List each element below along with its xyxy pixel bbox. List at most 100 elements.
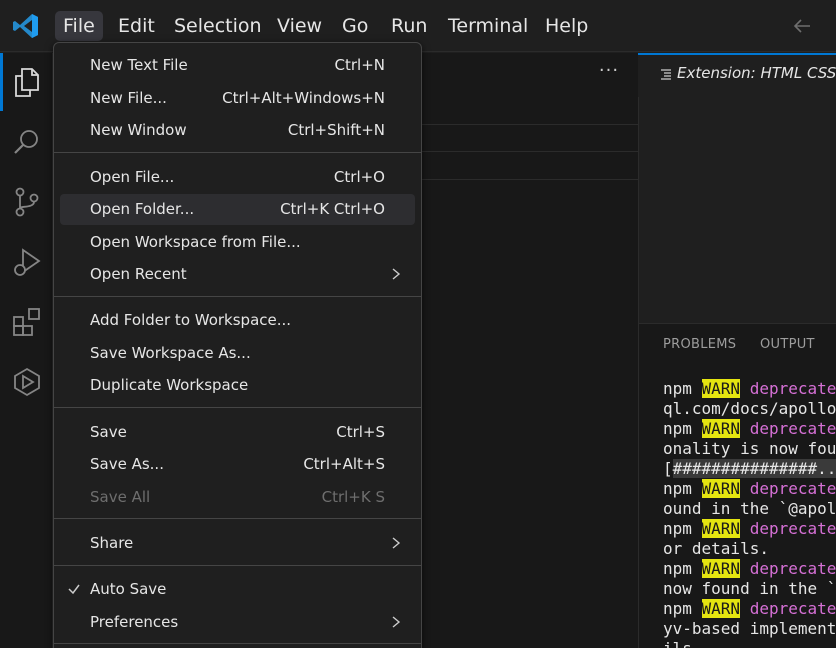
terminal-deprecated-text: deprecated bbox=[740, 519, 836, 538]
terminal-warn-badge: WARN bbox=[701, 599, 741, 618]
terminal-deprecated-text: deprecated bbox=[740, 419, 836, 438]
menu-item-open-folder[interactable]: Open Folder... Ctrl+K Ctrl+O bbox=[60, 194, 415, 225]
menu-item-label: New Text File bbox=[90, 56, 188, 74]
terminal-deprecated-text: deprecated bbox=[740, 599, 836, 618]
menu-item-label: Open File... bbox=[90, 168, 175, 186]
sidebar-divider bbox=[420, 124, 638, 125]
menu-item-duplicate-workspace[interactable]: Duplicate Workspace bbox=[60, 370, 415, 401]
menu-item-open-file[interactable]: Open File... Ctrl+O bbox=[60, 162, 415, 193]
menu-item-label: Add Folder to Workspace... bbox=[90, 311, 292, 329]
menu-item-new-window[interactable]: New Window Ctrl+Shift+N bbox=[60, 115, 415, 146]
terminal-npm-text: npm bbox=[663, 419, 702, 438]
menu-item-label: Save Workspace As... bbox=[90, 344, 251, 362]
chevron-right-icon bbox=[392, 268, 401, 280]
terminal-deprecated-text: deprecated bbox=[740, 379, 836, 398]
terminal-line: yv-based implementat bbox=[663, 619, 836, 638]
menu-item-share[interactable]: Share bbox=[60, 528, 415, 559]
menu-item-shortcut: Ctrl+K S bbox=[321, 488, 385, 506]
menu-item-shortcut: Ctrl+Shift+N bbox=[287, 121, 385, 139]
activity-bar bbox=[0, 53, 53, 648]
menu-edit[interactable]: Edit bbox=[110, 11, 163, 41]
terminal-npm-text: npm bbox=[663, 599, 702, 618]
menu-item-new-file[interactable]: New File... Ctrl+Alt+Windows+N bbox=[60, 83, 415, 114]
menu-item-label: Share bbox=[90, 534, 134, 552]
menu-item-label: Save As... bbox=[90, 455, 164, 473]
menu-file[interactable]: File bbox=[55, 11, 103, 41]
checkmark-icon bbox=[68, 584, 80, 595]
terminal-npm-text: npm bbox=[663, 479, 702, 498]
menu-item-label: Auto Save bbox=[90, 580, 167, 598]
menu-selection[interactable]: Selection bbox=[166, 11, 270, 41]
terminal-line: ql.com/docs/apollo- bbox=[663, 399, 836, 418]
terminal-output: npm WARN deprecated ql.com/docs/apollo-np… bbox=[663, 379, 836, 648]
terminal-line: ils. bbox=[663, 639, 836, 648]
menu-view[interactable]: View bbox=[269, 11, 330, 41]
menu-item-shortcut: Ctrl+O bbox=[333, 168, 385, 186]
menu-item-shortcut: Ctrl+S bbox=[336, 423, 385, 441]
terminal-line: onality is now found bbox=[663, 439, 836, 458]
menu-item-label: New File... bbox=[90, 89, 167, 107]
terminal-line: or details. bbox=[663, 539, 769, 558]
menu-go[interactable]: Go bbox=[334, 11, 376, 41]
terminal-warn-badge: WARN bbox=[701, 519, 741, 538]
menu-item-label: Preferences bbox=[90, 613, 179, 631]
menu-item-new-text-file[interactable]: New Text File Ctrl+N bbox=[60, 50, 415, 81]
menu-terminal[interactable]: Terminal bbox=[440, 11, 536, 41]
terminal-npm-text: npm bbox=[663, 559, 702, 578]
files-icon bbox=[14, 68, 39, 97]
remote-explorer-icon bbox=[13, 367, 40, 397]
source-control-button[interactable] bbox=[0, 173, 53, 231]
more-actions-icon[interactable]: ··· bbox=[596, 60, 622, 86]
menu-item-open-workspace-from-file[interactable]: Open Workspace from File... bbox=[60, 227, 415, 258]
file-menu-dropdown: New Text File Ctrl+N New File... Ctrl+Al… bbox=[53, 42, 422, 648]
terminal-line: npm WARN deprecated bbox=[663, 599, 836, 619]
terminal-npm-text: npm bbox=[663, 519, 702, 538]
remote-explorer-button[interactable] bbox=[0, 353, 53, 411]
terminal-warn-badge: WARN bbox=[701, 379, 741, 398]
arrow-left-icon[interactable] bbox=[790, 14, 814, 38]
run-debug-button[interactable] bbox=[0, 233, 53, 291]
extensions-button[interactable] bbox=[0, 293, 53, 351]
terminal-line: ound in the `@apollo bbox=[663, 499, 836, 518]
panel-tab-output[interactable]: OUTPUT bbox=[760, 337, 815, 352]
menu-item-save[interactable]: Save Ctrl+S bbox=[60, 417, 415, 448]
menu-item-shortcut: Ctrl+K Ctrl+O bbox=[280, 200, 385, 218]
terminal-line: npm WARN deprecated bbox=[663, 479, 836, 499]
menu-separator bbox=[54, 518, 421, 519]
menu-item-label: Open Recent bbox=[90, 265, 187, 283]
menu-separator bbox=[54, 407, 421, 408]
panel-tab-problems[interactable]: PROBLEMS bbox=[663, 337, 736, 352]
terminal-line: npm WARN deprecated bbox=[663, 379, 836, 399]
menu-item-label: Duplicate Workspace bbox=[90, 376, 249, 394]
menu-item-open-recent[interactable]: Open Recent bbox=[60, 259, 415, 290]
terminal-warn-badge: WARN bbox=[701, 559, 741, 578]
menu-item-label: Open Workspace from File... bbox=[90, 233, 301, 251]
menu-separator bbox=[54, 643, 421, 644]
menu-run[interactable]: Run bbox=[383, 11, 435, 41]
editor-body bbox=[638, 97, 836, 323]
menu-item-save-workspace-as[interactable]: Save Workspace As... bbox=[60, 338, 415, 369]
terminal-warn-badge: WARN bbox=[701, 479, 741, 498]
terminal-progress-bracket: [ bbox=[663, 459, 673, 478]
terminal-line: [###############.. bbox=[663, 459, 836, 479]
terminal-npm-text: npm bbox=[663, 379, 702, 398]
search-icon bbox=[13, 130, 38, 154]
editor-tab-label: Extension: HTML CSS S bbox=[677, 64, 836, 82]
explorer-button[interactable] bbox=[0, 53, 53, 111]
menu-separator bbox=[54, 565, 421, 566]
terminal-line: npm WARN deprecated bbox=[663, 559, 836, 579]
menu-item-label: Open Folder... bbox=[90, 200, 195, 218]
menu-item-label: New Window bbox=[90, 121, 187, 139]
sidebar-divider bbox=[420, 179, 638, 180]
menu-item-shortcut: Ctrl+Alt+S bbox=[303, 455, 385, 473]
menu-help[interactable]: Help bbox=[537, 11, 596, 41]
menu-item-add-folder-to-workspace[interactable]: Add Folder to Workspace... bbox=[60, 305, 415, 336]
menu-item-auto-save[interactable]: Auto Save bbox=[60, 574, 415, 605]
terminal-line: npm WARN deprecated bbox=[663, 419, 836, 439]
menu-separator bbox=[54, 296, 421, 297]
extensions-icon bbox=[12, 308, 40, 336]
search-button[interactable] bbox=[0, 113, 53, 171]
chevron-right-icon bbox=[392, 537, 401, 549]
menu-item-preferences[interactable]: Preferences bbox=[60, 607, 415, 638]
menu-item-save-as[interactable]: Save As... Ctrl+Alt+S bbox=[60, 449, 415, 480]
